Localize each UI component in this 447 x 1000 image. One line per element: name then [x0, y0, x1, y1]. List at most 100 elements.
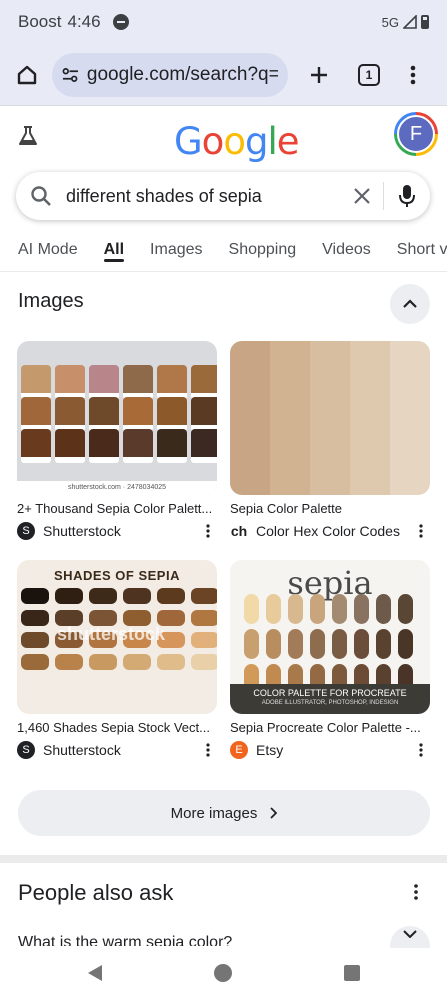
color-swatch — [89, 654, 117, 670]
color-swatch — [288, 594, 303, 624]
tab-short-videos[interactable]: Short vi — [397, 228, 447, 271]
google-header: Google F — [0, 108, 447, 168]
account-button[interactable]: F — [394, 112, 438, 156]
image-banner: COLOR PALETTE FOR PROCREATE ADOBE ILLUST… — [230, 684, 430, 714]
clear-icon[interactable] — [353, 187, 371, 205]
color-band — [310, 341, 350, 495]
swatch-grid — [21, 365, 217, 463]
paa-expand-button[interactable] — [390, 926, 430, 950]
more-options-button[interactable] — [199, 524, 217, 538]
image-caption[interactable]: Sepia Procreate Color Palette -... — [230, 720, 430, 735]
microphone-icon[interactable] — [398, 184, 416, 208]
site-settings-icon — [62, 67, 78, 82]
image-caption[interactable]: 2+ Thousand Sepia Color Palett... — [17, 501, 217, 516]
color-swatch — [21, 632, 49, 648]
image-title: SHADES OF SEPIA — [54, 568, 180, 583]
source-name[interactable]: Etsy — [256, 742, 412, 758]
url-text: google.com/search?q=d — [86, 63, 278, 85]
color-swatch — [191, 588, 217, 604]
back-icon[interactable] — [86, 964, 104, 982]
search-divider — [383, 182, 384, 210]
color-swatch — [157, 365, 187, 399]
image-thumbnail[interactable]: shutterstock.com · 2478034025 — [17, 341, 217, 495]
color-swatch — [191, 610, 217, 626]
image-thumbnail[interactable]: SHADES OF SEPIA shutterstock — [17, 560, 217, 714]
source-row: S Shutterstock — [17, 741, 217, 759]
chevron-down-icon — [403, 930, 417, 938]
image-thumbnail[interactable] — [230, 341, 430, 495]
color-swatch — [21, 610, 49, 626]
image-caption[interactable]: 1,460 Shades Sepia Stock Vect... — [17, 720, 217, 735]
more-options-button[interactable] — [199, 743, 217, 757]
carrier-label: Boost — [18, 12, 62, 31]
more-vert-icon — [414, 884, 418, 900]
color-swatch — [244, 629, 259, 659]
system-nav-bar — [0, 948, 447, 1000]
google-logo[interactable]: Google — [174, 120, 299, 163]
more-options-button[interactable] — [412, 743, 430, 757]
color-swatch — [157, 429, 187, 463]
source-name[interactable]: Shutterstock — [43, 523, 199, 539]
tab-ai-mode[interactable]: AI Mode — [18, 228, 78, 271]
more-options-button[interactable] — [412, 524, 430, 538]
recents-nav-button[interactable] — [344, 965, 360, 981]
color-swatch — [266, 594, 281, 624]
color-swatch — [191, 429, 217, 463]
more-images-button[interactable]: More images — [18, 790, 430, 836]
tab-shopping[interactable]: Shopping — [229, 228, 297, 271]
color-swatch — [157, 397, 187, 431]
color-swatch — [398, 629, 413, 659]
more-vert-icon — [419, 743, 423, 757]
color-swatch — [55, 654, 83, 670]
browser-toolbar: google.com/search?q=d 1 — [0, 44, 447, 106]
color-swatch — [89, 365, 119, 399]
search-input[interactable] — [66, 185, 353, 207]
search-box — [16, 172, 430, 220]
people-also-ask-heading: People also ask — [18, 880, 174, 905]
chevron-up-icon — [403, 299, 417, 308]
section-divider — [0, 855, 447, 863]
home-button[interactable] — [10, 58, 44, 92]
avatar: F — [397, 115, 435, 153]
image-result-3[interactable]: SHADES OF SEPIA shutterstock 1,460 Shade… — [17, 560, 217, 759]
color-swatch — [123, 588, 151, 604]
browser-menu-button[interactable] — [396, 58, 430, 92]
tab-videos[interactable]: Videos — [322, 228, 371, 271]
more-vert-icon — [206, 743, 210, 757]
chevron-right-icon — [270, 807, 278, 819]
url-bar[interactable]: google.com/search?q=d — [52, 52, 288, 97]
image-result-2[interactable]: Sepia Color Palette ch Color Hex Color C… — [230, 341, 430, 540]
image-thumbnail[interactable]: sepia COLOR PALETTE FOR PROCREATE ADOBE … — [230, 560, 430, 714]
image-result-4[interactable]: sepia COLOR PALETTE FOR PROCREATE ADOBE … — [230, 560, 430, 759]
new-tab-button[interactable] — [302, 58, 336, 92]
home-icon — [17, 65, 37, 84]
shutterstock-icon: S — [17, 522, 35, 540]
color-swatch — [21, 588, 49, 604]
more-vert-icon — [419, 524, 423, 538]
source-name[interactable]: Color Hex Color Codes — [256, 523, 412, 539]
tab-all[interactable]: All — [103, 228, 125, 271]
color-swatch — [332, 629, 347, 659]
color-swatch — [191, 654, 217, 670]
color-band — [390, 341, 430, 495]
color-swatch — [157, 588, 185, 604]
tab-switcher-button[interactable]: 1 — [352, 58, 386, 92]
source-name[interactable]: Shutterstock — [43, 742, 199, 758]
collapse-images-button[interactable] — [390, 284, 430, 324]
people-also-ask-menu-button[interactable] — [414, 884, 418, 905]
color-swatch — [157, 654, 185, 670]
image-caption[interactable]: Sepia Color Palette — [230, 501, 430, 516]
color-swatch — [123, 397, 153, 431]
color-swatch — [376, 629, 391, 659]
labs-button[interactable] — [16, 124, 40, 153]
image-result-1[interactable]: shutterstock.com · 2478034025 2+ Thousan… — [17, 341, 217, 540]
tab-images[interactable]: Images — [150, 228, 202, 271]
more-images-label: More images — [170, 804, 258, 822]
color-swatch — [266, 629, 281, 659]
image-watermark: shutterstock.com · 2478034025 — [17, 481, 217, 495]
home-nav-button[interactable] — [214, 964, 232, 982]
banner-line-1: COLOR PALETTE FOR PROCREATE — [253, 688, 407, 698]
color-swatch — [244, 594, 259, 624]
battery-icon — [421, 15, 429, 29]
color-swatch — [123, 429, 153, 463]
